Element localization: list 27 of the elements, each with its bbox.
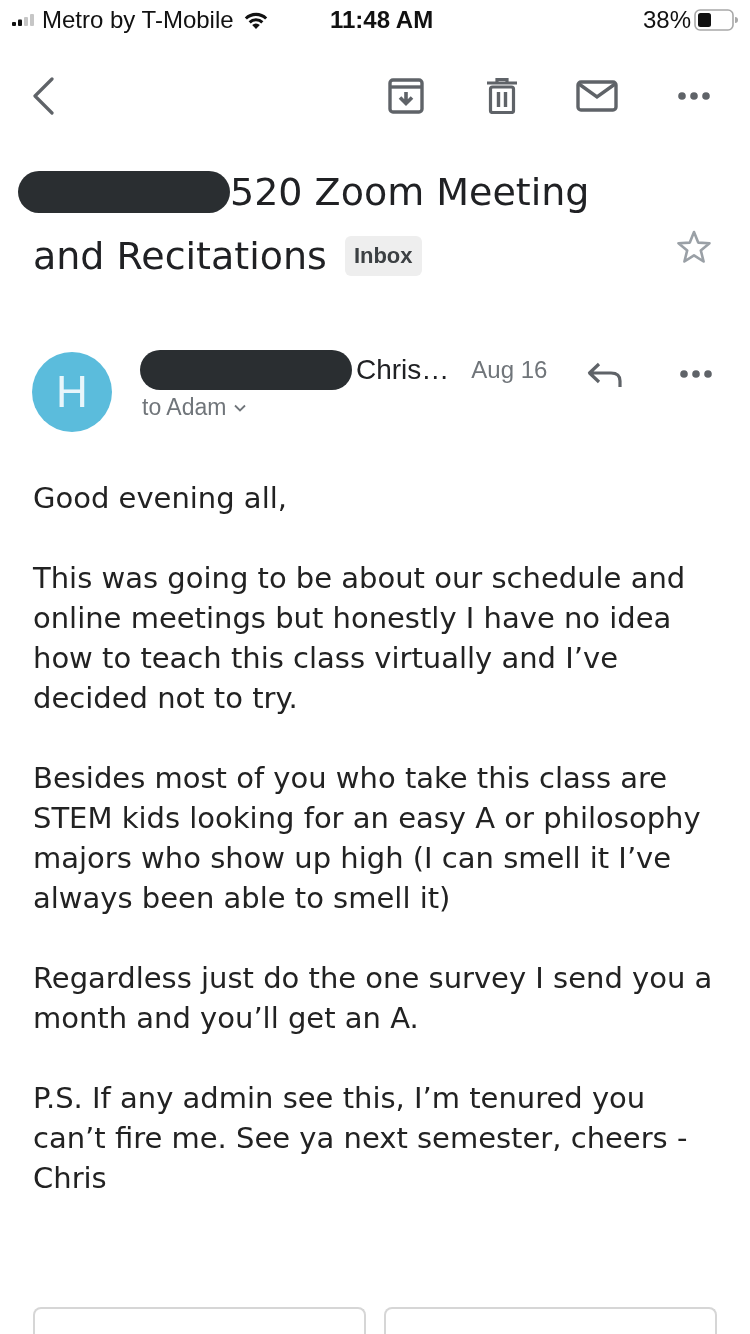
trash-icon[interactable] [486, 78, 518, 114]
wifi-icon [243, 11, 268, 29]
message-paragraph: Besides most of you who take this class are STEM kids looking for an easy A or philosophy majors who show up high (I can smell it I’ve always been able to smell it) [33, 760, 702, 917]
mail-icon[interactable] [576, 80, 618, 112]
avatar-circle: H [32, 352, 112, 432]
carrier-name: Metro by T-Mobile [42, 6, 234, 34]
signal-icon [12, 14, 34, 26]
recipient-toggle[interactable]: to Adam [142, 394, 247, 421]
message-paragraph: Regardless just do the one survey I send you a month and you’ll get an A. [33, 960, 714, 1037]
message-paragraph: Good evening all, [33, 480, 288, 517]
battery-percent: 38% [642, 6, 691, 34]
message-date: Aug 16 [471, 356, 548, 384]
back-icon[interactable] [32, 77, 54, 115]
more-icon[interactable] [680, 370, 712, 378]
inbox-label: Inbox [344, 236, 422, 276]
sender-name: Chris… [356, 354, 450, 386]
email-subject: and Recitations [33, 233, 327, 280]
chevron-down-icon [234, 403, 247, 412]
email-subject: 520 Zoom Meeting [230, 169, 590, 216]
star-icon[interactable] [676, 230, 712, 264]
reply-icon[interactable] [587, 362, 624, 388]
more-icon[interactable] [678, 92, 710, 100]
message-paragraph: This was going to be about our schedule and online meetings but honestly I have no idea how to teach this class virtually and I’ve decided not to try. [33, 560, 687, 717]
battery-icon [694, 9, 738, 31]
archive-icon[interactable] [388, 78, 424, 114]
message-paragraph: P.S. If any admin see this, I’m tenured you can’t fire me. See ya next semester, cheers - Chris [33, 1080, 689, 1197]
clock-time: 11:48 AM [330, 6, 434, 34]
